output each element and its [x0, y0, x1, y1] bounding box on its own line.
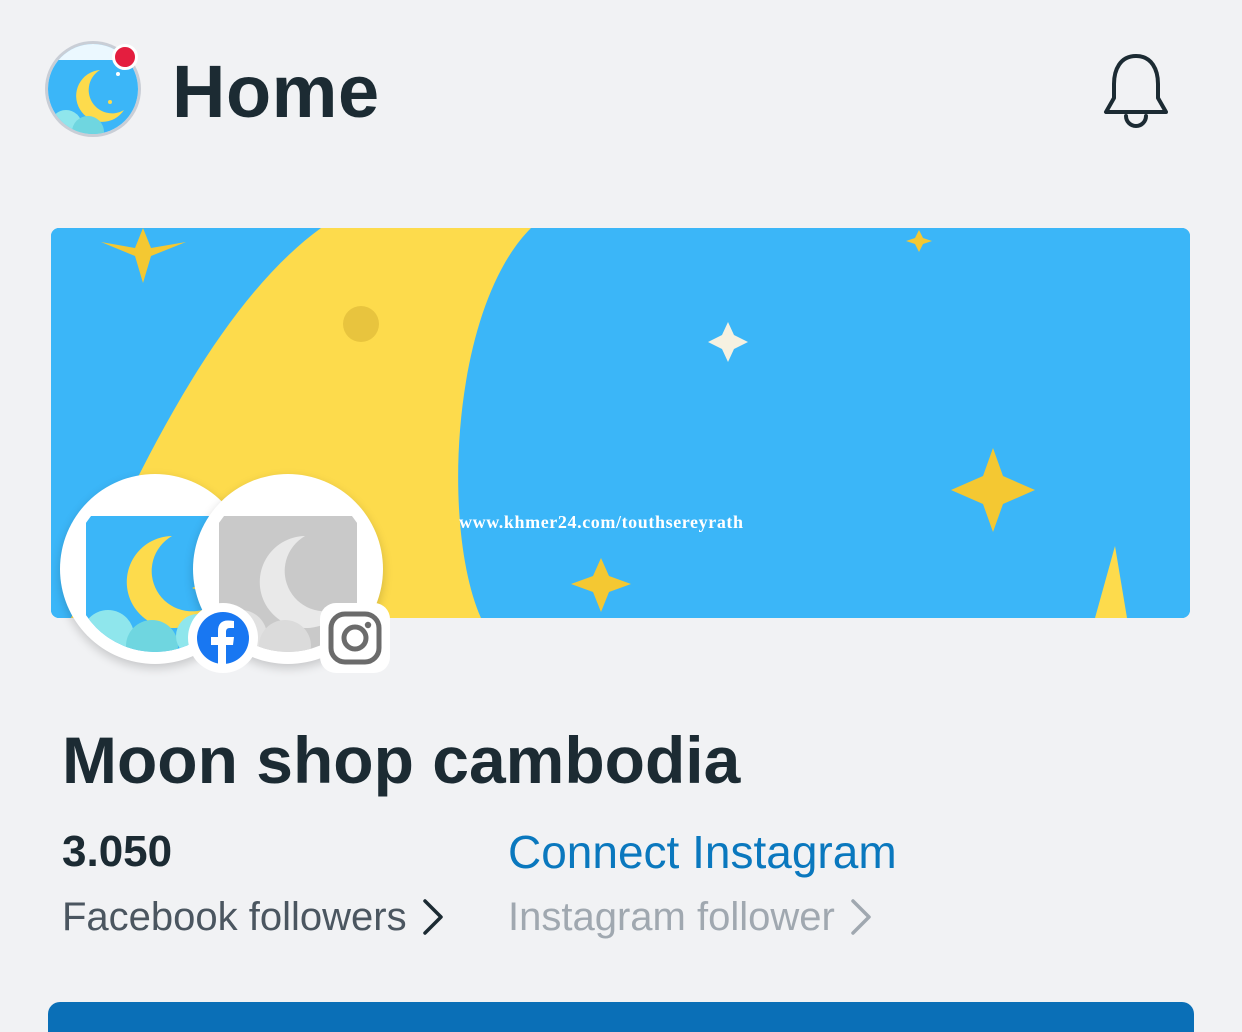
instagram-follower-label: Instagram follower: [508, 895, 835, 939]
instagram-icon: [320, 603, 390, 673]
facebook-followers-label: Facebook followers: [62, 895, 407, 939]
chevron-right-icon: [422, 899, 443, 935]
facebook-icon: [188, 603, 258, 673]
primary-action-bar[interactable]: [48, 1002, 1194, 1032]
page-title: Home: [172, 50, 380, 133]
cover-url-text: www.khmer24.com/touthsereyrath: [459, 512, 744, 532]
facebook-followers-count: 3.050: [62, 827, 173, 876]
instagram-follower-link[interactable]: Instagram follower: [508, 893, 873, 941]
facebook-followers-link[interactable]: Facebook followers: [62, 893, 445, 941]
notification-dot: [112, 44, 138, 70]
bell-icon[interactable]: [1098, 50, 1174, 130]
page-name: Moon shop cambodia: [62, 723, 741, 797]
header-bar: Home: [0, 0, 1242, 180]
connect-instagram-link[interactable]: Connect Instagram: [508, 826, 897, 878]
chevron-right-icon: [851, 899, 871, 935]
